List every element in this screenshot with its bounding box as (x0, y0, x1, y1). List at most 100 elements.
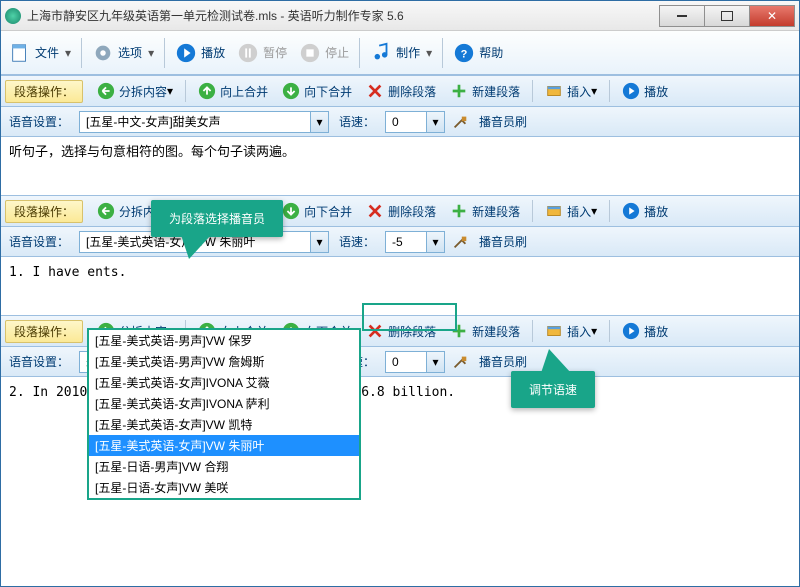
speed-label: 语速： (339, 113, 375, 130)
delete-icon (366, 202, 384, 220)
split-icon (97, 202, 115, 220)
caret-down-icon: ▾ (591, 204, 597, 218)
main-toolbar: 文件▾ 选项▾ 播放 暂停 停止 制作▾ ? 帮助 (1, 31, 799, 75)
caret-down-icon: ▾ (310, 112, 328, 132)
mixer-label: 播音员刷 (479, 353, 527, 370)
voice-settings-bar: 语音设置： [五星-美式英语-女声]VW 朱丽叶▾ 语速： -5▾ 播音员刷 (1, 227, 799, 257)
play-icon (622, 322, 640, 340)
voice-option[interactable]: [五星-美式英语-女声]VW 凯特 (89, 414, 359, 435)
pause-icon (237, 42, 259, 64)
mixer-icon (451, 113, 469, 131)
voice-select[interactable]: [五星-中文-女声]甜美女声▾ (79, 111, 329, 133)
voice-settings-bar: 语音设置： [五星-中文-女声]甜美女声▾ 语速： 0▾ 播音员刷 (1, 107, 799, 137)
stop-icon (299, 42, 321, 64)
merge-down-button[interactable]: 向下合并 (276, 198, 358, 224)
mixer-icon (451, 353, 469, 371)
caret-down-icon: ▾ (167, 84, 173, 98)
new-paragraph-button[interactable]: 新建段落 (444, 78, 526, 104)
mixer-label: 播音员刷 (479, 113, 527, 130)
svg-text:?: ? (461, 48, 468, 60)
voice-dropdown-list[interactable]: [五星-美式英语-男声]VW 保罗[五星-美式英语-男声]VW 詹姆斯[五星-美… (87, 328, 361, 500)
plus-icon (450, 82, 468, 100)
split-icon (97, 82, 115, 100)
help-icon: ? (453, 42, 475, 64)
caret-down-icon: ▾ (426, 352, 444, 372)
pause-button[interactable]: 暂停 (231, 35, 293, 71)
voice-option[interactable]: [五星-美式英语-女声]IVONA 萨利 (89, 393, 359, 414)
play-icon (175, 42, 197, 64)
play-button[interactable]: 播放 (169, 35, 231, 71)
callout-announcer: 为段落选择播音员 (151, 200, 283, 237)
caret-down-icon: ▾ (426, 46, 432, 60)
voice-option[interactable]: [五星-美式英语-男声]VW 詹姆斯 (89, 351, 359, 372)
arrow-down-icon (282, 82, 300, 100)
arrow-down-icon (282, 202, 300, 220)
voice-option[interactable]: [五星-美式英语-女声]IVONA 艾薇 (89, 372, 359, 393)
voice-label: 语音设置： (9, 233, 69, 250)
merge-up-button[interactable]: 向上合并 (192, 78, 274, 104)
play-icon (622, 202, 640, 220)
caret-down-icon: ▾ (310, 232, 328, 252)
caret-down-icon: ▾ (591, 84, 597, 98)
options-button[interactable]: 选项▾ (86, 35, 160, 71)
caret-down-icon: ▾ (65, 46, 71, 60)
paragraph-ops-label: 段落操作： (5, 80, 83, 103)
delete-paragraph-button[interactable]: 删除段落 (360, 318, 442, 344)
paragraph-text[interactable]: 听句子，选择与句意相符的图。每个句子读两遍。 (1, 137, 799, 195)
caret-down-icon: ▾ (426, 112, 444, 132)
voice-option[interactable]: [五星-美式英语-女声]VW 朱丽叶 (89, 435, 359, 456)
voice-option[interactable]: [五星-日语-男声]VW 合翔 (89, 456, 359, 477)
speed-select[interactable]: 0▾ (385, 351, 445, 373)
merge-down-button[interactable]: 向下合并 (276, 78, 358, 104)
delete-icon (366, 322, 384, 340)
paragraph-text[interactable]: 1. I have ents. (1, 257, 799, 315)
maximize-button[interactable] (704, 5, 750, 27)
music-note-icon (370, 42, 392, 64)
app-icon (5, 8, 21, 24)
mixer-icon (451, 233, 469, 251)
split-button[interactable]: 分拆内容 ▾ (91, 78, 179, 104)
voice-label: 语音设置： (9, 113, 69, 130)
paragraph-ops-label: 段落操作： (5, 320, 83, 343)
make-button[interactable]: 制作▾ (364, 35, 438, 71)
play-paragraph-button[interactable]: 播放 (616, 198, 674, 224)
caret-down-icon: ▾ (426, 232, 444, 252)
insert-icon (545, 322, 563, 340)
plus-icon (450, 322, 468, 340)
delete-icon (366, 82, 384, 100)
new-paragraph-button[interactable]: 新建段落 (444, 318, 526, 344)
insert-icon (545, 82, 563, 100)
delete-paragraph-button[interactable]: 删除段落 (360, 198, 442, 224)
speed-label: 语速： (339, 233, 375, 250)
help-button[interactable]: ? 帮助 (447, 35, 509, 71)
insert-button[interactable]: 插入 ▾ (539, 78, 603, 104)
paragraph-ops-label: 段落操作： (5, 200, 83, 223)
paragraph-toolbar: 段落操作： 分拆内容 ▾ 向上合并 向下合并 删除段落 新建段落 插入 ▾ 播放 (1, 195, 799, 227)
voice-option[interactable]: [五星-美式英语-男声]VW 保罗 (89, 330, 359, 351)
speed-select[interactable]: -5▾ (385, 231, 445, 253)
caret-down-icon: ▾ (148, 46, 154, 60)
insert-button[interactable]: 插入 ▾ (539, 198, 603, 224)
delete-paragraph-button[interactable]: 删除段落 (360, 78, 442, 104)
file-button[interactable]: 文件▾ (3, 35, 77, 71)
speed-select[interactable]: 0▾ (385, 111, 445, 133)
plus-icon (450, 202, 468, 220)
minimize-button[interactable] (659, 5, 705, 27)
insert-icon (545, 202, 563, 220)
new-paragraph-button[interactable]: 新建段落 (444, 198, 526, 224)
close-button[interactable] (749, 5, 795, 27)
paragraph-toolbar: 段落操作： 分拆内容 ▾ 向上合并 向下合并 删除段落 新建段落 插入 ▾ 播放 (1, 75, 799, 107)
insert-button[interactable]: 插入 ▾ (539, 318, 603, 344)
callout-speed: 调节语速 (511, 371, 595, 408)
voice-option[interactable]: [五星-日语-女声]VW 美咲 (89, 477, 359, 498)
stop-button[interactable]: 停止 (293, 35, 355, 71)
arrow-up-icon (198, 82, 216, 100)
voice-label: 语音设置： (9, 353, 69, 370)
play-paragraph-button[interactable]: 播放 (616, 318, 674, 344)
mixer-label: 播音员刷 (479, 233, 527, 250)
play-paragraph-button[interactable]: 播放 (616, 78, 674, 104)
gear-icon (92, 42, 114, 64)
caret-down-icon: ▾ (591, 324, 597, 338)
window-title: 上海市静安区九年级英语第一单元检测试卷.mls - 英语听力制作专家 5.6 (27, 7, 660, 24)
play-icon (622, 82, 640, 100)
